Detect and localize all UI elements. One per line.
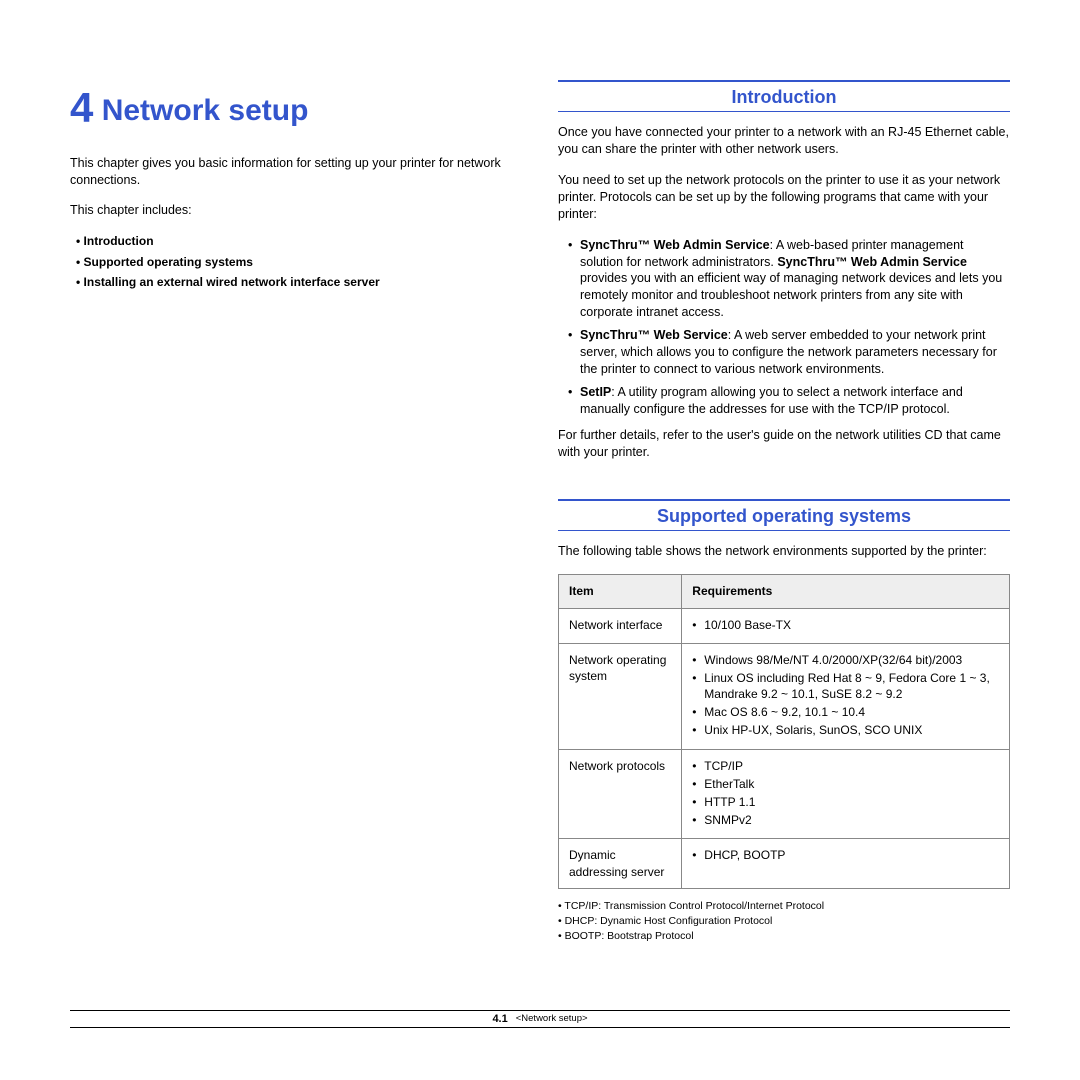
bullet-bold: SyncThru™ Web Service (580, 328, 728, 342)
chapter-title: Network setup (102, 94, 309, 127)
supported-intro: The following table shows the network en… (558, 543, 1010, 560)
table-cell-item: Network interface (559, 608, 682, 643)
footnote: DHCP: Dynamic Host Configuration Protoco… (558, 914, 1010, 928)
bullet-bold2: SyncThru™ Web Admin Service (777, 255, 967, 269)
chapter-includes-label: This chapter includes: (70, 202, 522, 219)
chapter-number: 4 (70, 84, 93, 131)
req-item: 10/100 Base-TX (692, 617, 999, 633)
intro-p3: For further details, refer to the user's… (558, 427, 1010, 461)
left-column: 4 Network setup This chapter gives you b… (70, 80, 522, 944)
chapter-toc: Introduction Supported operating systems… (70, 233, 522, 290)
req-item: Unix HP-UX, Solaris, SunOS, SCO UNIX (692, 722, 999, 738)
table-cell-item: Network protocols (559, 749, 682, 839)
table-cell-req: Windows 98/Me/NT 4.0/2000/XP(32/64 bit)/… (682, 643, 1010, 749)
req-item: SNMPv2 (692, 812, 999, 828)
bullet-text: : A utility program allowing you to sele… (580, 385, 963, 416)
req-item: DHCP, BOOTP (692, 847, 999, 863)
table-head-req: Requirements (682, 575, 1010, 608)
toc-item[interactable]: Installing an external wired network int… (76, 274, 522, 290)
bullet-bold: SetIP (580, 385, 611, 399)
intro-p2: You need to set up the network protocols… (558, 172, 1010, 223)
intro-bullets: SyncThru™ Web Admin Service: A web-based… (558, 237, 1010, 418)
intro-p1: Once you have connected your printer to … (558, 124, 1010, 158)
req-item: Linux OS including Red Hat 8 ~ 9, Fedora… (692, 670, 999, 702)
footer-chapter-label: <Network setup> (516, 1013, 588, 1026)
bullet-bold: SyncThru™ Web Admin Service (580, 238, 770, 252)
table-row: Network protocols TCP/IP EtherTalk HTTP … (559, 749, 1010, 839)
section-heading-introduction: Introduction (558, 80, 1010, 112)
right-column: Introduction Once you have connected you… (558, 80, 1010, 944)
toc-item[interactable]: Introduction (76, 233, 522, 249)
table-row: Dynamic addressing server DHCP, BOOTP (559, 839, 1010, 888)
intro-bullet: SyncThru™ Web Admin Service: A web-based… (558, 237, 1010, 321)
requirements-table: Item Requirements Network interface 10/1… (558, 574, 1010, 888)
footer-page-number: 4.1 (492, 1012, 507, 1027)
req-item: TCP/IP (692, 758, 999, 774)
page-body: 4 Network setup This chapter gives you b… (0, 0, 1080, 944)
bullet-text-after: provides you with an efficient way of ma… (580, 271, 1002, 319)
chapter-heading: 4 Network setup (70, 80, 522, 137)
req-item: Mac OS 8.6 ~ 9.2, 10.1 ~ 10.4 (692, 704, 999, 720)
footnote: TCP/IP: Transmission Control Protocol/In… (558, 899, 1010, 913)
chapter-intro-para: This chapter gives you basic information… (70, 155, 522, 189)
footnote: BOOTP: Bootstrap Protocol (558, 929, 1010, 943)
intro-bullet: SyncThru™ Web Service: A web server embe… (558, 327, 1010, 378)
table-cell-req: TCP/IP EtherTalk HTTP 1.1 SNMPv2 (682, 749, 1010, 839)
req-item: Windows 98/Me/NT 4.0/2000/XP(32/64 bit)/… (692, 652, 999, 668)
table-cell-req: 10/100 Base-TX (682, 608, 1010, 643)
table-cell-item: Dynamic addressing server (559, 839, 682, 888)
req-item: HTTP 1.1 (692, 794, 999, 810)
table-row: Network interface 10/100 Base-TX (559, 608, 1010, 643)
table-cell-req: DHCP, BOOTP (682, 839, 1010, 888)
req-item: EtherTalk (692, 776, 999, 792)
toc-item[interactable]: Supported operating systems (76, 254, 522, 270)
page-footer: 4.1 <Network setup> (70, 1010, 1010, 1028)
footnotes: TCP/IP: Transmission Control Protocol/In… (558, 899, 1010, 944)
section-heading-supported: Supported operating systems (558, 499, 1010, 531)
table-head-item: Item (559, 575, 682, 608)
intro-bullet: SetIP: A utility program allowing you to… (558, 384, 1010, 418)
table-row: Network operating system Windows 98/Me/N… (559, 643, 1010, 749)
table-cell-item: Network operating system (559, 643, 682, 749)
